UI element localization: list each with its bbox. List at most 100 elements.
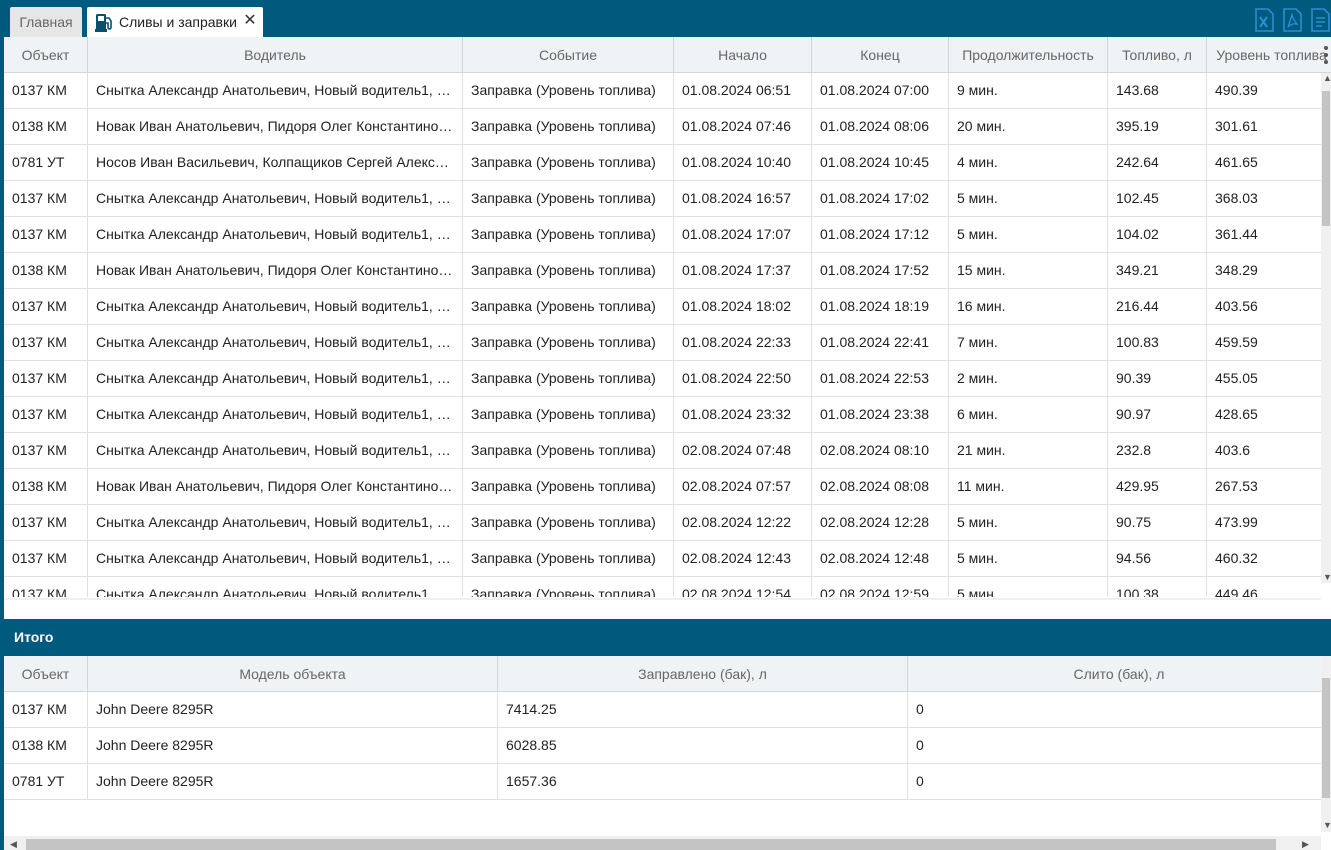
events-cell: 01.08.2024 07:00: [812, 73, 949, 109]
events-row[interactable]: 0137 КМ Снытка Александр Анатольевич, Нов…: [4, 217, 1321, 253]
events-cell: 0137 КМ: [4, 181, 88, 217]
events-cell: 460.32: [1207, 541, 1321, 577]
events-column-header[interactable]: Водитель: [88, 37, 463, 73]
events-cell: 0137 КМ: [4, 289, 88, 325]
events-row[interactable]: 0137 КМ Снытка Александр Анатольевич, Нов…: [4, 73, 1321, 109]
pdf-export-icon[interactable]: [1281, 8, 1303, 32]
events-cell: 94.56: [1108, 541, 1207, 577]
events-row[interactable]: 0781 УТ Носов Иван Васильевич, Колпащиков…: [4, 145, 1321, 181]
events-cell: 104.02: [1108, 217, 1207, 253]
close-icon[interactable]: ✕: [242, 13, 258, 29]
events-cell: 01.08.2024 23:38: [812, 397, 949, 433]
events-row[interactable]: 0137 КМ Снытка Александр Анатольевич, Нов…: [4, 505, 1321, 541]
events-cell: 403.56: [1207, 289, 1321, 325]
summary-cell: 0: [908, 728, 1331, 764]
summary-column-header[interactable]: Слито (бак), л: [908, 656, 1331, 692]
events-cell: 6 мин.: [949, 397, 1108, 433]
events-cell: Новак Иван Анатольевич, Пидоря Олег Конс…: [88, 469, 463, 505]
events-row[interactable]: 0138 КМ Новак Иван Анатольевич, Пидоря Ол…: [4, 253, 1321, 289]
events-cell: 02.08.2024 12:54: [674, 577, 812, 597]
column-menu-icon[interactable]: [1323, 45, 1329, 65]
events-row[interactable]: 0138 КМ Новак Иван Анатольевич, Пидоря Ол…: [4, 109, 1321, 145]
events-cell: Заправка (Уровень топлива): [463, 217, 674, 253]
summary-scroll-down-icon[interactable]: ▼: [1323, 820, 1331, 830]
tab-drains-refuels[interactable]: Сливы и заправки ✕: [87, 7, 263, 37]
tab-bar: Главная Сливы и заправки ✕: [4, 0, 1331, 37]
summary-scroll-left-icon[interactable]: ◀: [10, 839, 17, 849]
fuel-pump-icon: [95, 14, 112, 32]
events-row[interactable]: 0137 КМ Снытка Александр Анатольевич, Нов…: [4, 433, 1321, 469]
tab-home-label: Главная: [19, 14, 73, 30]
scroll-up-icon[interactable]: ▲: [1323, 73, 1331, 83]
events-cell: 461.65: [1207, 145, 1321, 181]
events-cell: 348.29: [1207, 253, 1321, 289]
events-cell: Снытка Александр Анатольевич, Новый води…: [88, 433, 463, 469]
events-cell: 0137 КМ: [4, 577, 88, 597]
export-toolbar: [1253, 8, 1331, 32]
events-row[interactable]: 0137 КМ Снытка Александр Анатольевич, Нов…: [4, 577, 1321, 597]
app-window: Главная Сливы и заправки ✕ Объект Водите…: [0, 0, 1331, 850]
events-cell: 01.08.2024 18:02: [674, 289, 812, 325]
scroll-down-icon[interactable]: ▼: [1323, 572, 1331, 582]
events-cell: 0781 УТ: [4, 145, 88, 181]
tab-home[interactable]: Главная: [10, 7, 82, 37]
events-column-header[interactable]: Топливо, л: [1108, 37, 1207, 73]
events-cell: Заправка (Уровень топлива): [463, 505, 674, 541]
summary-horizontal-scroll-thumb[interactable]: [26, 839, 1276, 850]
summary-column-header[interactable]: Модель объекта: [88, 656, 498, 692]
events-cell: Заправка (Уровень топлива): [463, 73, 674, 109]
excel-export-icon[interactable]: [1253, 8, 1275, 32]
events-column-header[interactable]: Событие: [463, 37, 674, 73]
summary-vertical-scrollbar[interactable]: ▼: [1321, 656, 1331, 832]
events-cell: Заправка (Уровень топлива): [463, 325, 674, 361]
events-row[interactable]: 0137 КМ Снытка Александр Анатольевич, Нов…: [4, 361, 1321, 397]
events-cell: 01.08.2024 16:57: [674, 181, 812, 217]
events-cell: 2 мин.: [949, 361, 1108, 397]
summary-cell: 6028.85: [498, 728, 908, 764]
summary-title-bar: Итого: [4, 619, 1331, 656]
events-cell: 20 мин.: [949, 109, 1108, 145]
events-cell: 361.44: [1207, 217, 1321, 253]
events-cell: 490.39: [1207, 73, 1321, 109]
summary-row[interactable]: 0138 КМ John Deere 8295R 6028.85 0: [4, 728, 1331, 764]
summary-row[interactable]: 0137 КМ John Deere 8295R 7414.25 0: [4, 692, 1331, 728]
summary-row[interactable]: 0781 УТ John Deere 8295R 1657.36 0: [4, 764, 1331, 800]
events-cell: 02.08.2024 12:28: [812, 505, 949, 541]
events-vertical-scrollbar[interactable]: ▲ ▼: [1321, 73, 1331, 583]
events-cell: 01.08.2024 22:41: [812, 325, 949, 361]
summary-column-header[interactable]: Заправлено (бак), л: [498, 656, 908, 692]
events-column-header[interactable]: Уровень топлива: [1207, 37, 1331, 73]
summary-cell: John Deere 8295R: [88, 692, 498, 728]
events-cell: 242.64: [1108, 145, 1207, 181]
events-cell: Снытка Александр Анатольевич, Новый води…: [88, 181, 463, 217]
events-row[interactable]: 0137 КМ Снытка Александр Анатольевич, Нов…: [4, 325, 1321, 361]
events-cell: 01.08.2024 17:12: [812, 217, 949, 253]
events-cell: Носов Иван Васильевич, Колпащиков Сергей…: [88, 145, 463, 181]
events-column-header[interactable]: Продолжительность: [949, 37, 1108, 73]
events-horizontal-scrollbar[interactable]: ◀ ▶: [4, 598, 1321, 600]
events-cell: 02.08.2024 07:48: [674, 433, 812, 469]
events-cell: 01.08.2024 17:52: [812, 253, 949, 289]
events-cell: 5 мин.: [949, 541, 1108, 577]
events-cell: Снытка Александр Анатольевич, Новый води…: [88, 325, 463, 361]
events-cell: 473.99: [1207, 505, 1321, 541]
events-row[interactable]: 0137 КМ Снытка Александр Анатольевич, Нов…: [4, 541, 1321, 577]
events-vertical-scroll-thumb[interactable]: [1322, 91, 1330, 226]
summary-horizontal-scrollbar[interactable]: ◀ ▶: [4, 836, 1321, 850]
document-export-icon[interactable]: [1309, 8, 1331, 32]
events-column-header[interactable]: Начало: [674, 37, 812, 73]
summary-scroll-right-icon[interactable]: ▶: [1302, 839, 1309, 849]
events-row[interactable]: 0137 КМ Снытка Александр Анатольевич, Нов…: [4, 289, 1321, 325]
summary-column-header[interactable]: Объект: [4, 656, 88, 692]
summary-vertical-scroll-thumb[interactable]: [1322, 678, 1330, 798]
events-row[interactable]: 0138 КМ Новак Иван Анатольевич, Пидоря Ол…: [4, 469, 1321, 505]
events-cell: 455.05: [1207, 361, 1321, 397]
events-cell: 01.08.2024 23:32: [674, 397, 812, 433]
events-column-header[interactable]: Объект: [4, 37, 88, 73]
events-column-header[interactable]: Конец: [812, 37, 949, 73]
summary-cell: 0138 КМ: [4, 728, 88, 764]
events-cell: Новак Иван Анатольевич, Пидоря Олег Конс…: [88, 253, 463, 289]
events-row[interactable]: 0137 КМ Снытка Александр Анатольевич, Нов…: [4, 181, 1321, 217]
summary-cell: 1657.36: [498, 764, 908, 800]
events-row[interactable]: 0137 КМ Снытка Александр Анатольевич, Нов…: [4, 397, 1321, 433]
